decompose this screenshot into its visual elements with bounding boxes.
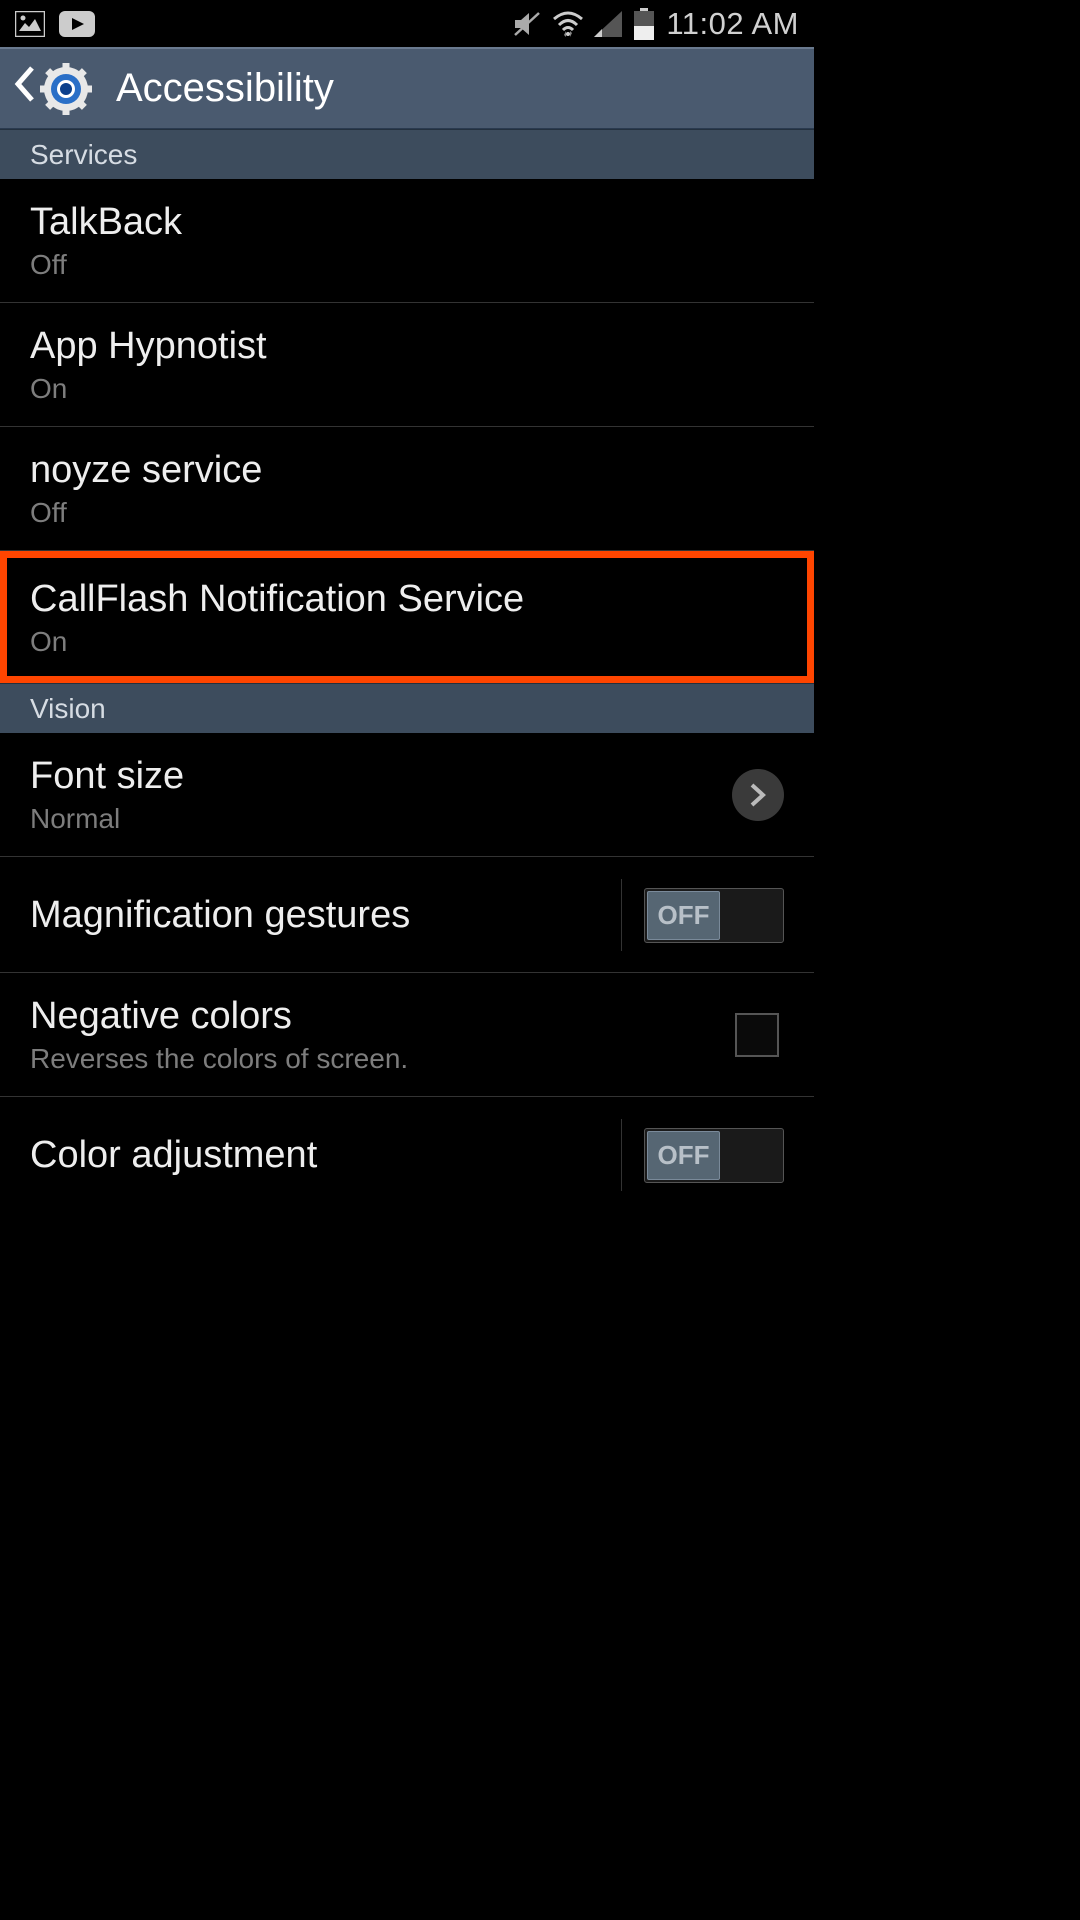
back-chevron-icon <box>12 64 36 114</box>
toggle-color-adjustment[interactable]: OFF <box>644 1128 784 1183</box>
item-title: Negative colors <box>30 995 408 1038</box>
section-header-services: Services <box>0 129 814 179</box>
item-title: noyze service <box>30 449 262 492</box>
header-bar: Accessibility <box>0 47 814 129</box>
item-title: App Hypnotist <box>30 325 267 368</box>
item-subtitle: On <box>30 626 524 658</box>
status-time: 11:02 AM <box>666 6 799 42</box>
list-item-callflash[interactable]: CallFlash Notification Service On <box>0 551 814 683</box>
toggle-label: OFF <box>658 900 710 931</box>
item-subtitle: Reverses the colors of screen. <box>30 1043 408 1075</box>
item-subtitle: Off <box>30 497 262 529</box>
back-button[interactable] <box>12 63 92 115</box>
signal-icon <box>594 11 622 37</box>
list-item-negative-colors[interactable]: Negative colors Reverses the colors of s… <box>0 973 814 1097</box>
list-item-color-adjustment[interactable]: Color adjustment OFF <box>0 1097 814 1212</box>
toggle-magnification[interactable]: OFF <box>644 888 784 943</box>
toggle-label: OFF <box>658 1140 710 1171</box>
list-item-font-size[interactable]: Font size Normal <box>0 733 814 857</box>
list-item-talkback[interactable]: TalkBack Off <box>0 179 814 303</box>
item-title: CallFlash Notification Service <box>30 578 524 621</box>
item-title: Font size <box>30 755 184 798</box>
mute-icon <box>512 10 542 38</box>
item-subtitle: Off <box>30 249 182 281</box>
checkbox-negative-colors[interactable] <box>735 1013 779 1057</box>
section-header-vision: Vision <box>0 683 814 733</box>
list-item-noyze-service[interactable]: noyze service Off <box>0 427 814 551</box>
battery-icon <box>632 8 656 40</box>
section-label: Services <box>30 139 137 171</box>
item-title: Color adjustment <box>30 1134 317 1177</box>
page-title: Accessibility <box>116 66 334 111</box>
picture-icon <box>15 11 45 37</box>
section-label: Vision <box>30 693 106 725</box>
chevron-right-icon[interactable] <box>732 769 784 821</box>
item-title: TalkBack <box>30 201 182 244</box>
list-item-app-hypnotist[interactable]: App Hypnotist On <box>0 303 814 427</box>
status-bar: 11:02 AM <box>0 0 814 47</box>
list-item-magnification[interactable]: Magnification gestures OFF <box>0 857 814 973</box>
item-title: Magnification gestures <box>30 894 410 937</box>
settings-gear-icon <box>40 63 92 115</box>
item-subtitle: On <box>30 373 267 405</box>
item-subtitle: Normal <box>30 803 184 835</box>
youtube-icon <box>59 11 95 37</box>
wifi-icon <box>552 11 584 37</box>
